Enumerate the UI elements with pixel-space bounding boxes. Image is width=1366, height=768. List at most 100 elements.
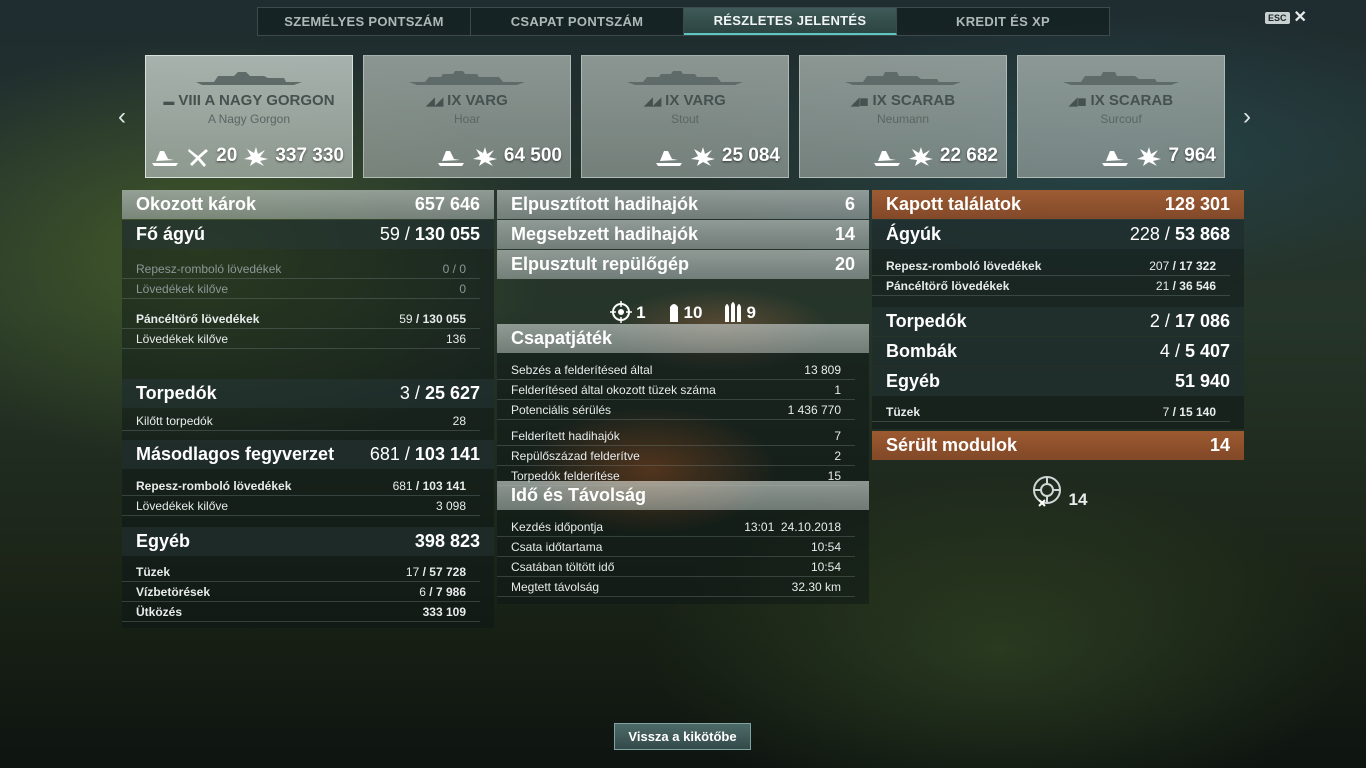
ship-sunk-icon	[437, 151, 464, 166]
planes-destroyed-count: 20	[834, 254, 855, 274]
prev-ship-arrow-icon[interactable]: ‹	[112, 103, 132, 130]
received-torpedoes-value: 2 / 17 086	[1149, 311, 1230, 331]
shell-hits-badge: 9	[724, 301, 756, 323]
received-fires-row: Tüzek 7 / 15 140	[872, 402, 1230, 422]
battleship-class-icon: ◢◼	[850, 96, 869, 108]
ship-name: ◢◼ IX SCARAB	[1068, 92, 1174, 109]
ship-name: ▬ VIII A NAGY GORGON	[163, 92, 335, 109]
spotted-ships-row: Felderített hadihajók 7	[497, 426, 855, 446]
destroyed-ships-header: Elpusztított hadihajók 6	[497, 190, 869, 219]
received-torpedoes-header: Torpedók 2 / 17 086	[872, 307, 1244, 336]
damaged-module-icon	[1032, 476, 1061, 507]
flooding-row: Vízbetörések 6 / 7 986	[122, 582, 480, 602]
ship-sunk-icon	[873, 151, 900, 166]
hits-received-header: Kapott találatok 128 301	[872, 190, 1244, 219]
ship-card[interactable]: ◢◼ IX SCARAB Neumann 22 682	[799, 55, 1007, 178]
hit-badges: 1 10 9	[497, 279, 869, 323]
ship-silhouette-icon	[582, 68, 788, 86]
other-damage-value: 398 823	[414, 531, 480, 551]
received-ap-row: Páncéltörő lövedékek 21 / 36 546	[872, 276, 1230, 296]
back-to-port-button[interactable]: Vissza a kikötőbe	[614, 723, 751, 750]
time-in-battle-row: Csatában töltött idő 10:54	[497, 557, 855, 577]
damaged-ships-label: Megsebzett hadihajók	[511, 224, 699, 244]
received-other-header: Egyéb 51 940	[872, 367, 1244, 396]
guns-received-label: Ágyúk	[886, 224, 942, 244]
received-he-row: Repesz-romboló lövedékek 207 / 17 322	[872, 256, 1230, 276]
ship-sunk-icon	[152, 151, 179, 166]
damage-dealt-header: Okozott károk 657 646	[122, 190, 494, 219]
potential-damage-row: Potenciális sérülés 1 436 770	[497, 400, 855, 420]
close-button[interactable]: ESC ✕	[1265, 9, 1307, 26]
secondary-he-row: Repesz-romboló lövedékek 681 / 103 141	[122, 476, 480, 496]
time-distance-label: Idő és Távolság	[511, 485, 647, 505]
torpedoes-value: 3 / 25 627	[399, 383, 480, 403]
ship-silhouette-icon	[146, 68, 352, 86]
damage-value: 64 500	[503, 145, 562, 166]
damage-burst-icon	[472, 147, 497, 166]
citadel-badge: 1	[610, 301, 646, 323]
shells-icon	[725, 302, 742, 322]
received-bombs-header: Bombák 4 / 5 407	[872, 337, 1244, 366]
secondary-fired-row: Lövedékek kilőve 3 098	[122, 496, 480, 516]
damaged-modules-header: Sérült modulok 14	[872, 431, 1244, 460]
damage-value: 337 330	[275, 145, 344, 166]
ap-shells-row: Páncéltörő lövedékek 59 / 130 055	[122, 309, 480, 329]
ship-silhouette-icon	[1018, 68, 1224, 86]
hits-received-value: 128 301	[1164, 194, 1230, 214]
battleship-class-icon: ◢◢	[644, 96, 662, 108]
damage-dealt-value: 657 646	[414, 194, 480, 214]
damaged-modules-value: 14	[1209, 435, 1230, 455]
received-other-label: Egyéb	[886, 371, 941, 391]
modules-badge: 14	[872, 474, 1244, 510]
ship-card[interactable]: ◢◢ IX VARG Hoar 64 500	[363, 55, 571, 178]
received-bombs-label: Bombák	[886, 341, 958, 361]
ship-stats: 64 500	[436, 145, 562, 167]
ship-stats: 7 964	[1100, 145, 1216, 167]
ship-silhouette-icon	[800, 68, 1006, 86]
damage-burst-icon	[244, 147, 269, 166]
hits-received-label: Kapott találatok	[886, 194, 1022, 214]
planes-destroyed-label: Elpusztult repülőgép	[511, 254, 689, 274]
battleship-class-icon: ◢◢	[426, 96, 444, 108]
teamplay-header: Csapatjáték	[497, 324, 869, 353]
damaged-ships-value: 14	[834, 224, 855, 244]
esc-key-label: ESC	[1265, 12, 1290, 24]
damage-value: 25 084	[721, 145, 780, 166]
ship-card[interactable]: ◢◼ IX SCARAB Surcouf 7 964	[1017, 55, 1225, 178]
damage-dealt-label: Okozott károk	[136, 194, 257, 214]
tab-detailed-report[interactable]: RÉSZLETES JELENTÉS	[684, 8, 897, 35]
battleship-class-icon: ◢◼	[1068, 96, 1087, 108]
damage-burst-icon	[908, 147, 933, 166]
destroyed-ships-value: 6	[844, 194, 855, 214]
ship-card[interactable]: ◢◢ IX VARG Stout 25 084	[581, 55, 789, 178]
damage-burst-icon	[1137, 147, 1162, 166]
close-icon: ✕	[1293, 9, 1307, 26]
he-fired-row: Lövedékek kilőve 0	[122, 279, 480, 299]
secondary-value: 681 / 103 141	[369, 444, 480, 464]
damaged-modules-label: Sérült modulok	[886, 435, 1018, 455]
ship-card[interactable]: ▬ VIII A NAGY GORGON A Nagy Gorgon 20 337…	[145, 55, 353, 178]
citadel-icon	[610, 301, 633, 323]
ship-name: ◢◢ IX VARG	[426, 92, 508, 109]
next-ship-arrow-icon[interactable]: ›	[1237, 103, 1257, 130]
other-damage-label: Egyéb	[136, 531, 191, 551]
kills-panel: Elpusztított hadihajók 6 Megsebzett hadi…	[497, 190, 869, 604]
received-torpedoes-label: Torpedók	[886, 311, 967, 331]
ship-stats: 22 682	[872, 145, 998, 167]
tab-credits-xp[interactable]: KREDIT ÉS XP	[897, 8, 1109, 35]
tab-team-score[interactable]: CSAPAT PONTSZÁM	[471, 8, 684, 35]
time-distance-header: Idő és Távolság	[497, 481, 869, 510]
main-battery-value: 59 / 130 055	[379, 224, 480, 244]
captain-name: Hoar	[453, 112, 480, 126]
other-damage-header: Egyéb 398 823	[122, 527, 494, 556]
teamplay-label: Csapatjáték	[511, 328, 613, 348]
report-tabs: SZEMÉLYES PONTSZÁM CSAPAT PONTSZÁM RÉSZL…	[257, 7, 1110, 36]
captain-name: Stout	[670, 112, 700, 126]
carrier-class-icon: ▬	[163, 96, 175, 108]
ship-silhouette-icon	[364, 68, 570, 86]
tab-personal-score[interactable]: SZEMÉLYES PONTSZÁM	[258, 8, 471, 35]
spotted-squadrons-row: Repülőszázad felderítve 2	[497, 446, 855, 466]
torpedoes-header: Torpedók 3 / 25 627	[122, 379, 494, 408]
ship-stats: 25 084	[654, 145, 780, 167]
planes-destroyed-value: 20	[216, 145, 238, 166]
